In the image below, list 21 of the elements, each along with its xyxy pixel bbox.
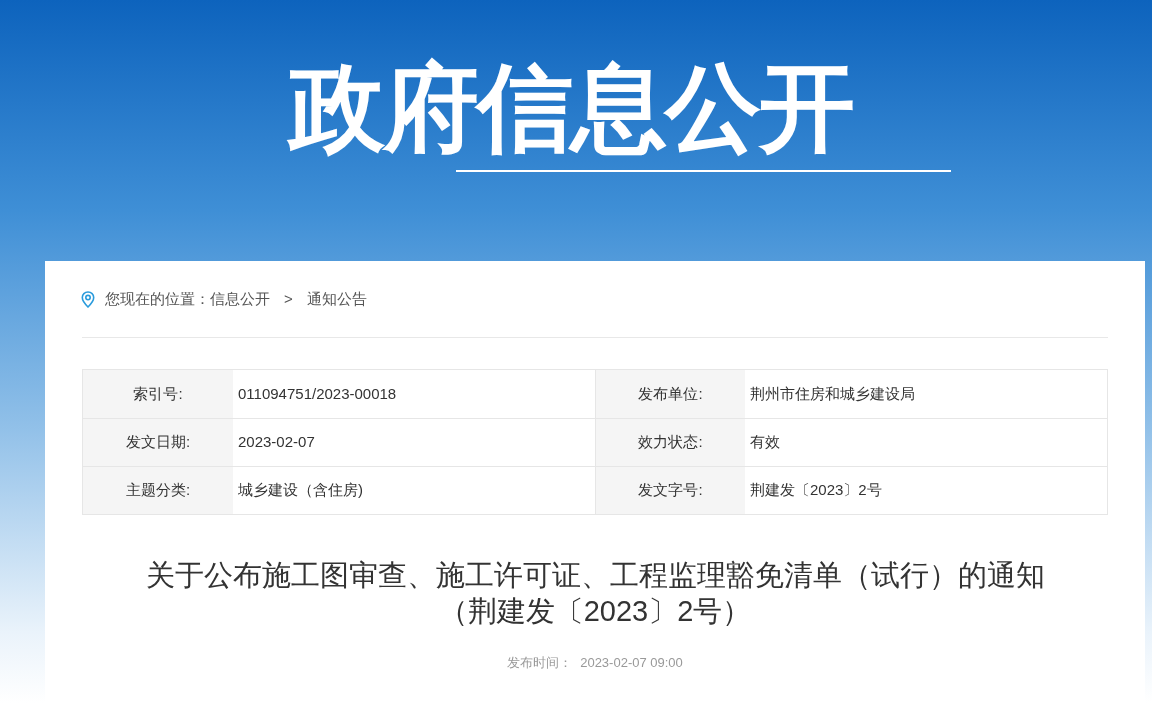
field-label: 索引号: <box>83 370 233 418</box>
field-label: 效力状态: <box>595 419 745 466</box>
field-label: 发文字号: <box>595 467 745 514</box>
field-label: 主题分类: <box>83 467 233 514</box>
breadcrumb-link[interactable]: 信息公开 <box>210 287 270 311</box>
field-label: 发布单位: <box>595 370 745 418</box>
field-value: 荆建发〔2023〕2号 <box>749 480 883 501</box>
field-value: 011094751/2023-00018 <box>237 383 398 404</box>
breadcrumb-link[interactable]: 通知公告 <box>306 287 367 311</box>
field-value: 城乡建设（含住房) <box>237 480 364 501</box>
field-value: 荆州市住房和城乡建设局 <box>749 383 916 404</box>
field-label: 发文日期: <box>83 419 233 466</box>
field-value: 2023-02-07 <box>237 432 316 453</box>
field-value: 有效 <box>749 432 781 453</box>
breadcrumb-separator: > <box>284 288 293 309</box>
publish-time: 2023-02-07 09:00 <box>580 654 683 672</box>
publish-time-label: 发布时间： <box>507 654 573 672</box>
article-title: 关于公布施工图审查、施工许可证、工程监理豁免清单（试行）的通知 （荆建发〔2023〕2号） <box>144 558 1046 629</box>
breadcrumb-label: 您现在的位置： <box>105 288 210 309</box>
location-pin-icon <box>81 290 95 308</box>
banner-title: 政府信息公开 <box>289 52 853 164</box>
